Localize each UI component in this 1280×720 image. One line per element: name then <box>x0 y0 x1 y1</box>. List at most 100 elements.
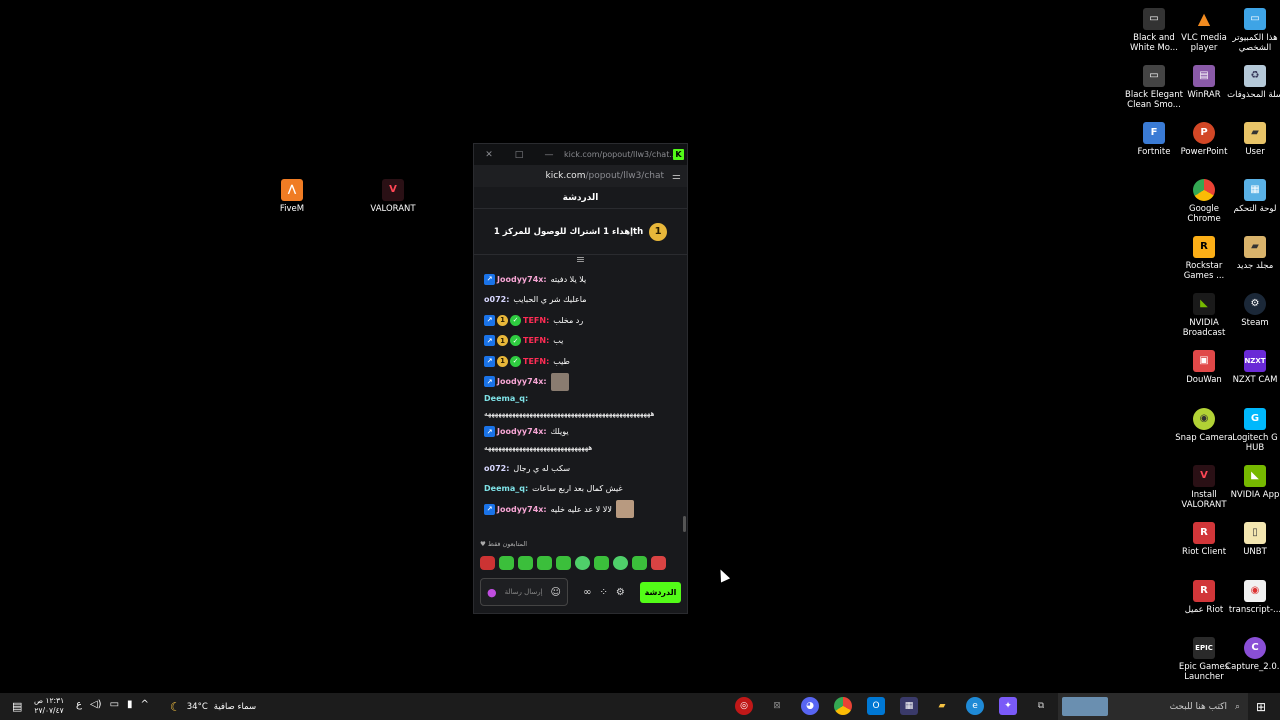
message-input[interactable]: ● إرسال رسالة ☺ <box>480 578 568 606</box>
outlook-app-icon[interactable]: O <box>867 697 885 715</box>
username[interactable]: TEFN: <box>523 357 549 366</box>
infinity-icon[interactable]: ∞ <box>583 587 591 598</box>
emote-button[interactable] <box>537 556 552 570</box>
weather-condition: سماء صافية <box>213 702 257 712</box>
emote-button[interactable] <box>594 556 609 570</box>
sub-badge-icon: ↗ <box>484 314 495 326</box>
file-explorer-icon[interactable]: ▰ <box>933 697 951 715</box>
discord-app-icon[interactable]: ◕ <box>801 697 819 715</box>
goal-badge-icon: 1 <box>649 222 668 241</box>
rockstar-icon: R <box>1193 236 1215 258</box>
username[interactable]: Deema_q: <box>484 484 528 493</box>
desktop-icon-recycle-bin[interactable]: ♻ سلة المحذوفات <box>1224 65 1280 100</box>
emote-button[interactable] <box>556 556 571 570</box>
users-icon[interactable]: ⁘ <box>599 587 607 598</box>
chat-message: Deema_q: ههههههههههههههههههههههههههههههه… <box>484 392 675 424</box>
copilot-app-icon[interactable]: ✦ <box>999 697 1017 715</box>
weather-widget[interactable]: ☾ 34°C سماء صافية <box>170 700 256 714</box>
windows-start-icon[interactable]: ⊞ <box>1256 700 1266 714</box>
camera-icon: ◉ <box>1193 408 1215 430</box>
folder-icon: ▰ <box>1244 122 1266 144</box>
app-icon: ▭ <box>1143 8 1165 30</box>
language-indicator[interactable]: ع <box>76 699 82 710</box>
emote-button[interactable] <box>480 556 495 570</box>
microphone-icon[interactable]: ● <box>487 586 497 599</box>
username[interactable]: Deema_q: <box>484 394 528 403</box>
taskbar-apps: ◎ ⊠ ◕ O ▦ ▰ e ✦ ⧉ <box>735 697 1050 715</box>
recorder-app-icon[interactable]: ◎ <box>735 697 753 715</box>
desktop-icon-fivem[interactable]: ⋀ FiveM <box>261 179 323 214</box>
username[interactable]: TEFN: <box>523 316 549 325</box>
chat-message: ↗ 1 ✓ TEFN: طيب <box>484 351 675 372</box>
desktop-icon-steam[interactable]: ⚙ Steam <box>1224 293 1280 328</box>
emote-button[interactable] <box>499 556 514 570</box>
desktop-icon-unbt[interactable]: ▯ UNBT <box>1224 522 1280 557</box>
message-text: يلا يلا دفيته <box>550 274 587 284</box>
emote-button[interactable] <box>632 556 647 570</box>
message-text: غيش كمال بعد اربع ساعات <box>532 484 623 494</box>
taskbar-clock[interactable]: ١٢:٣١ ص ٢٧/٠٧/٤٧ <box>34 696 64 716</box>
username[interactable]: Joodyy74x: <box>497 427 547 436</box>
close-window-button[interactable]: ✕ <box>474 150 504 160</box>
taskbar-search-box[interactable]: اكتب هنا للبحث ⌕ <box>1058 693 1248 720</box>
gift-badge-icon: 1 <box>497 335 508 347</box>
message-text-continued: ههههههههههههههههههههههههههههههه <box>484 443 593 452</box>
notification-icon[interactable]: ▤ <box>12 700 22 713</box>
desktop-icon-capture[interactable]: C Capture_2.0... <box>1224 637 1280 672</box>
powerpoint-icon: P <box>1193 122 1215 144</box>
sub-goal-banner[interactable]: إهداء 1 اشتراك للوصول للمركز 1th 1 <box>474 209 687 255</box>
chat-tools: ∞ ⁘ ⚙ <box>568 587 640 598</box>
chrome-app-icon[interactable] <box>834 697 852 715</box>
desktop-icon-nvidia-app[interactable]: ◣ NVIDIA App <box>1224 465 1280 500</box>
chat-message: ↗ Joodyy74x: <box>484 372 675 393</box>
maximize-window-button[interactable]: □ <box>504 150 534 160</box>
emote-button[interactable] <box>518 556 533 570</box>
site-settings-icon[interactable]: ⚌ <box>672 171 681 182</box>
desktop-icon-new-folder[interactable]: ▰ مجلد جديد <box>1224 236 1280 271</box>
xbox-app-icon[interactable]: ⊠ <box>768 697 786 715</box>
minimize-window-button[interactable]: — <box>534 150 564 160</box>
window-title: kick.com/popout/llw3/chat... <box>564 150 673 159</box>
network-icon[interactable]: ▭ <box>110 699 119 710</box>
emote-button[interactable] <box>575 556 590 570</box>
edge-app-icon[interactable]: e <box>966 697 984 715</box>
task-view-icon[interactable]: ⧉ <box>1032 697 1050 715</box>
store-app-icon[interactable]: ▦ <box>900 697 918 715</box>
chat-scrollbar[interactable] <box>683 516 686 532</box>
desktop-icon-user[interactable]: ▰ User <box>1224 122 1280 157</box>
steam-icon: ⚙ <box>1244 293 1266 315</box>
volume-icon[interactable]: ◁) <box>90 699 102 710</box>
chat-header-title: الدردشة <box>474 187 687 209</box>
computer-icon: ▭ <box>1244 8 1266 30</box>
emote-button[interactable] <box>651 556 666 570</box>
riot-icon: R <box>1193 580 1215 602</box>
desktop-icon-valorant[interactable]: V VALORANT <box>362 179 424 214</box>
chevron-up-icon[interactable]: ^ <box>141 699 149 710</box>
desktop-icon-nzxt[interactable]: NZXT NZXT CAM <box>1224 350 1280 385</box>
riot-icon: R <box>1193 522 1215 544</box>
username[interactable]: Joodyy74x: <box>497 505 547 514</box>
weather-temperature: 34°C <box>186 702 208 712</box>
url-host: kick.com <box>545 171 586 181</box>
pinned-collapse-icon[interactable]: ≡ <box>474 254 687 267</box>
chat-messages: ↗ Joodyy74x: يلا يلا دفيته o072: ماعليك … <box>484 269 675 534</box>
message-text: يويلك <box>550 427 569 436</box>
username[interactable]: TEFN: <box>523 336 549 345</box>
gear-icon[interactable]: ⚙ <box>616 587 625 598</box>
chat-send-button[interactable]: الدردشة <box>640 581 681 603</box>
chat-message: ↗ 1 ✓ TEFN: رد مخلب <box>484 310 675 331</box>
microphone-tray-icon[interactable]: ▮ <box>127 699 133 710</box>
chat-message: o072: ماعليك شر ي الحبايب <box>484 290 675 311</box>
address-bar[interactable]: kick.com/popout/llw3/chat ⚌ <box>474 165 687 187</box>
desktop-icon-control-panel[interactable]: ▦ لوحة التحكم <box>1224 179 1280 214</box>
desktop-icon-this-pc[interactable]: ▭ هذا الكمبيوتر الشخصي <box>1224 8 1280 53</box>
username[interactable]: o072: <box>484 464 509 473</box>
emoji-icon[interactable]: ☺ <box>551 587 561 598</box>
username[interactable]: Joodyy74x: <box>497 377 547 386</box>
desktop-icon-logitech[interactable]: G Logitech G HUB <box>1224 408 1280 453</box>
username[interactable]: Joodyy74x: <box>497 275 547 284</box>
sub-badge-icon: ↗ <box>484 376 495 388</box>
emote-button[interactable] <box>613 556 628 570</box>
desktop-icon-transcript[interactable]: ◉ transcript-... <box>1224 580 1280 615</box>
username[interactable]: o072: <box>484 295 509 304</box>
